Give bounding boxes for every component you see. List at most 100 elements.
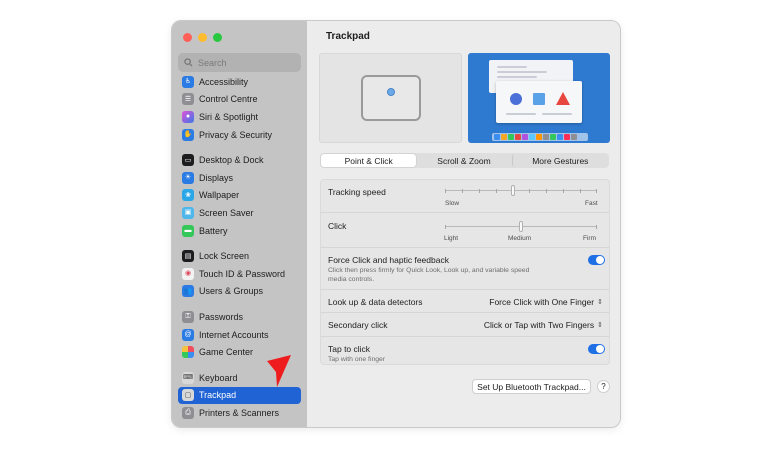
sidebar-item-accessibility[interactable]: ♿ Accessibility xyxy=(178,73,301,91)
accessibility-icon: ♿ xyxy=(182,75,194,88)
sidebar-item-users-groups[interactable]: 👥 Users & Groups xyxy=(178,283,301,301)
trackpad-outline-icon xyxy=(361,75,421,121)
tracking-speed-slider-thumb[interactable] xyxy=(511,185,516,196)
sidebar-item-label: Printers & Scanners xyxy=(199,407,280,418)
help-button[interactable]: ? xyxy=(597,380,610,393)
sidebar-item-label: Touch ID & Password xyxy=(199,268,286,279)
settings-panel: Tracking speed Slow Fast Click Light Med… xyxy=(320,179,610,365)
secondary-click-popup[interactable]: Click or Tap with Two Fingers ⇕ xyxy=(484,320,603,330)
sidebar-item-label: Displays xyxy=(199,172,234,183)
sidebar-item-label: Screen Saver xyxy=(199,207,254,218)
tracking-speed-row: Tracking speed Slow Fast xyxy=(321,180,609,213)
page-title: Trackpad xyxy=(326,31,370,42)
look-up-popup[interactable]: Force Click with One Finger ⇕ xyxy=(489,297,603,307)
sidebar-item-label: Battery xyxy=(199,225,228,236)
sidebar-item-label: Desktop & Dock xyxy=(199,155,264,166)
close-window-button[interactable] xyxy=(183,33,192,42)
sidebar-item-label: Passwords xyxy=(199,311,244,322)
system-settings-window: ♿ Accessibility ☰ Control Centre ● Siri … xyxy=(171,20,621,428)
updown-chevron-icon: ⇕ xyxy=(597,299,603,306)
users-groups-icon: 👥 xyxy=(182,285,194,298)
tap-to-click-toggle[interactable] xyxy=(588,344,605,354)
sidebar-item-lock-screen[interactable]: ▤ Lock Screen xyxy=(178,247,301,265)
click-pressure-slider[interactable] xyxy=(445,221,597,232)
tap-to-click-label: Tap to click xyxy=(328,344,371,354)
trackpad-icon: ▢ xyxy=(182,389,194,402)
sidebar-item-touch-id-password[interactable]: ◉ Touch ID & Password xyxy=(178,265,301,283)
search-input[interactable] xyxy=(198,57,293,68)
tab-bar: Point & Click Scroll & Zoom More Gesture… xyxy=(320,153,609,168)
sidebar-item-label: Users & Groups xyxy=(199,286,264,297)
touch-point-dot xyxy=(387,88,395,96)
slider-firm-label: Firm xyxy=(583,235,596,242)
search-icon xyxy=(184,58,193,67)
sidebar-item-siri-spotlight[interactable]: ● Siri & Spotlight xyxy=(178,108,301,126)
look-up-value: Force Click with One Finger xyxy=(489,297,595,307)
updown-chevron-icon: ⇕ xyxy=(597,322,603,329)
force-click-description-line1: Click then press firmly for Quick Look, … xyxy=(328,267,530,274)
sidebar-item-label: Trackpad xyxy=(199,390,237,401)
minimize-window-button[interactable] xyxy=(198,33,207,42)
keyboard-icon: ⌨ xyxy=(182,371,194,384)
touch-id-icon: ◉ xyxy=(182,267,194,280)
sidebar-item-label: Wallpaper xyxy=(199,190,240,201)
gesture-preview-image xyxy=(468,53,610,143)
click-label: Click xyxy=(328,221,347,231)
tab-scroll-zoom[interactable]: Scroll & Zoom xyxy=(416,154,511,167)
slider-min-label: Slow xyxy=(445,200,460,207)
square-shape-icon xyxy=(533,93,545,105)
lock-screen-icon: ▤ xyxy=(182,250,194,263)
set-up-bluetooth-trackpad-button[interactable]: Set Up Bluetooth Trackpad... xyxy=(472,379,591,394)
sidebar-item-label: Privacy & Security xyxy=(199,129,273,140)
trackpad-illustration xyxy=(319,53,462,143)
secondary-click-value: Click or Tap with Two Fingers xyxy=(483,320,595,330)
sidebar-item-passwords[interactable]: ⚿ Passwords xyxy=(178,308,301,326)
sidebar-item-wallpaper[interactable]: ❀ Wallpaper xyxy=(178,187,301,205)
click-row: Click Light Medium Firm xyxy=(321,213,609,248)
sidebar-item-trackpad[interactable]: ▢ Trackpad xyxy=(178,386,301,405)
passwords-key-icon: ⚿ xyxy=(182,310,194,323)
tracking-speed-slider[interactable] xyxy=(445,185,597,196)
look-up-row: Look up & data detectors Force Click wit… xyxy=(321,290,609,313)
look-up-label: Look up & data detectors xyxy=(328,297,423,307)
triangle-shape-icon xyxy=(556,92,570,105)
window-controls xyxy=(183,33,222,42)
sidebar-item-desktop-dock[interactable]: ▭ Desktop & Dock xyxy=(178,151,301,169)
tab-more-gestures[interactable]: More Gestures xyxy=(511,154,608,167)
slider-max-label: Fast xyxy=(585,200,598,207)
desktop-dock-icon: ▭ xyxy=(182,154,194,167)
sidebar-item-label: Accessibility xyxy=(199,76,249,87)
search-field[interactable] xyxy=(178,53,301,72)
sidebar-item-label: Siri & Spotlight xyxy=(199,111,259,122)
circle-shape-icon xyxy=(510,93,522,105)
click-pressure-slider-thumb[interactable] xyxy=(519,221,523,232)
privacy-hand-icon: ✋ xyxy=(182,128,194,141)
wallpaper-icon: ❀ xyxy=(182,189,194,202)
tap-to-click-description: Tap with one finger xyxy=(328,356,386,363)
sidebar-item-displays[interactable]: ☀ Displays xyxy=(178,169,301,187)
sidebar-item-battery[interactable]: ▬ Battery xyxy=(178,222,301,240)
sidebar-item-internet-accounts[interactable]: @ Internet Accounts xyxy=(178,326,301,344)
printer-icon: ⎙ xyxy=(182,406,194,419)
force-click-toggle[interactable] xyxy=(588,255,605,265)
annotation-arrow-icon xyxy=(267,355,291,387)
screen-saver-icon: ▣ xyxy=(182,206,194,219)
sidebar-item-control-centre[interactable]: ☰ Control Centre xyxy=(178,91,301,109)
secondary-click-row: Secondary click Click or Tap with Two Fi… xyxy=(321,313,609,337)
preview-window-front xyxy=(496,81,582,123)
zoom-window-button[interactable] xyxy=(213,33,222,42)
slider-medium-label: Medium xyxy=(508,235,532,242)
sidebar-item-privacy-security[interactable]: ✋ Privacy & Security xyxy=(178,126,301,144)
game-center-icon xyxy=(182,346,194,359)
tracking-speed-label: Tracking speed xyxy=(328,187,386,197)
sidebar-item-label: Lock Screen xyxy=(199,251,250,262)
force-click-description-line2: media controls. xyxy=(328,276,375,283)
slider-light-label: Light xyxy=(444,235,459,242)
main-pane: Trackpad Point & Click Scroll & Zoom Mor… xyxy=(307,21,620,427)
sidebar-item-label: Internet Accounts xyxy=(199,329,269,340)
sidebar-item-screen-saver[interactable]: ▣ Screen Saver xyxy=(178,204,301,222)
sidebar-item-label: Control Centre xyxy=(199,94,258,105)
sidebar-item-printers-scanners[interactable]: ⎙ Printers & Scanners xyxy=(178,404,301,422)
displays-icon: ☀ xyxy=(182,171,194,184)
tab-point-click[interactable]: Point & Click xyxy=(321,154,417,167)
